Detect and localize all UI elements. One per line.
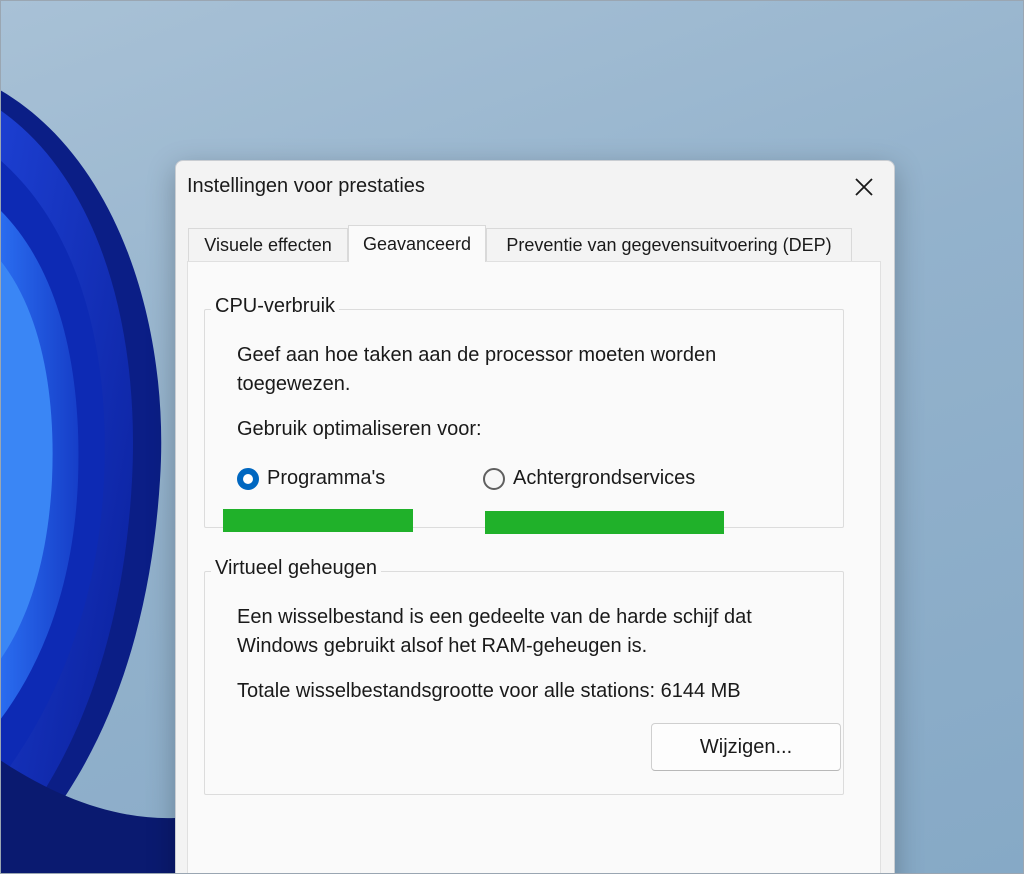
highlight-marker-programs xyxy=(223,509,413,532)
title-bar[interactable]: Instellingen voor prestaties xyxy=(176,161,894,213)
tab-advanced[interactable]: Geavanceerd xyxy=(348,225,486,262)
tab-dep[interactable]: Preventie van gegevensuitvoering (DEP) xyxy=(486,228,852,261)
tab-visual-effects[interactable]: Visuele effecten xyxy=(188,228,348,261)
cpu-description-line2: toegewezen. xyxy=(237,373,351,395)
vm-description-line1: Een wisselbestand is een gedeelte van de… xyxy=(237,606,752,628)
virtual-memory-group-title: Virtueel geheugen xyxy=(211,557,381,580)
close-icon xyxy=(855,178,873,196)
cpu-description-line1: Geef aan hoe taken aan de processor moet… xyxy=(237,344,717,366)
total-paging-size: Totale wisselbestandsgrootte voor alle s… xyxy=(237,676,741,706)
total-paging-size-value: 6144 MB xyxy=(660,680,741,702)
dialog-title: Instellingen voor prestaties xyxy=(187,175,425,197)
vm-description-line2: Windows gebruikt alsof het RAM-geheugen … xyxy=(237,635,648,657)
radio-programs-label: Programma's xyxy=(267,467,386,489)
radio-background-services[interactable]: Achtergrondservices xyxy=(483,467,695,490)
total-paging-size-label: Totale wisselbestandsgrootte voor alle s… xyxy=(237,680,656,702)
cpu-usage-group: CPU-verbruik Geef aan hoe taken aan de p… xyxy=(204,295,844,528)
performance-settings-dialog: Instellingen voor prestaties Visuele eff… xyxy=(175,160,895,874)
highlight-marker-background-services xyxy=(485,511,724,534)
radio-unselected-icon xyxy=(483,467,505,490)
optimize-for-label: Gebruik optimaliseren voor: xyxy=(237,418,482,440)
change-button[interactable]: Wijzigen... xyxy=(651,723,841,771)
close-button[interactable] xyxy=(848,171,880,203)
radio-programs[interactable]: Programma's xyxy=(237,467,385,490)
desktop: Instellingen voor prestaties Visuele eff… xyxy=(0,0,1024,874)
cpu-group-title: CPU-verbruik xyxy=(211,295,340,318)
radio-selected-icon xyxy=(237,467,259,490)
radio-background-services-label: Achtergrondservices xyxy=(513,467,696,489)
